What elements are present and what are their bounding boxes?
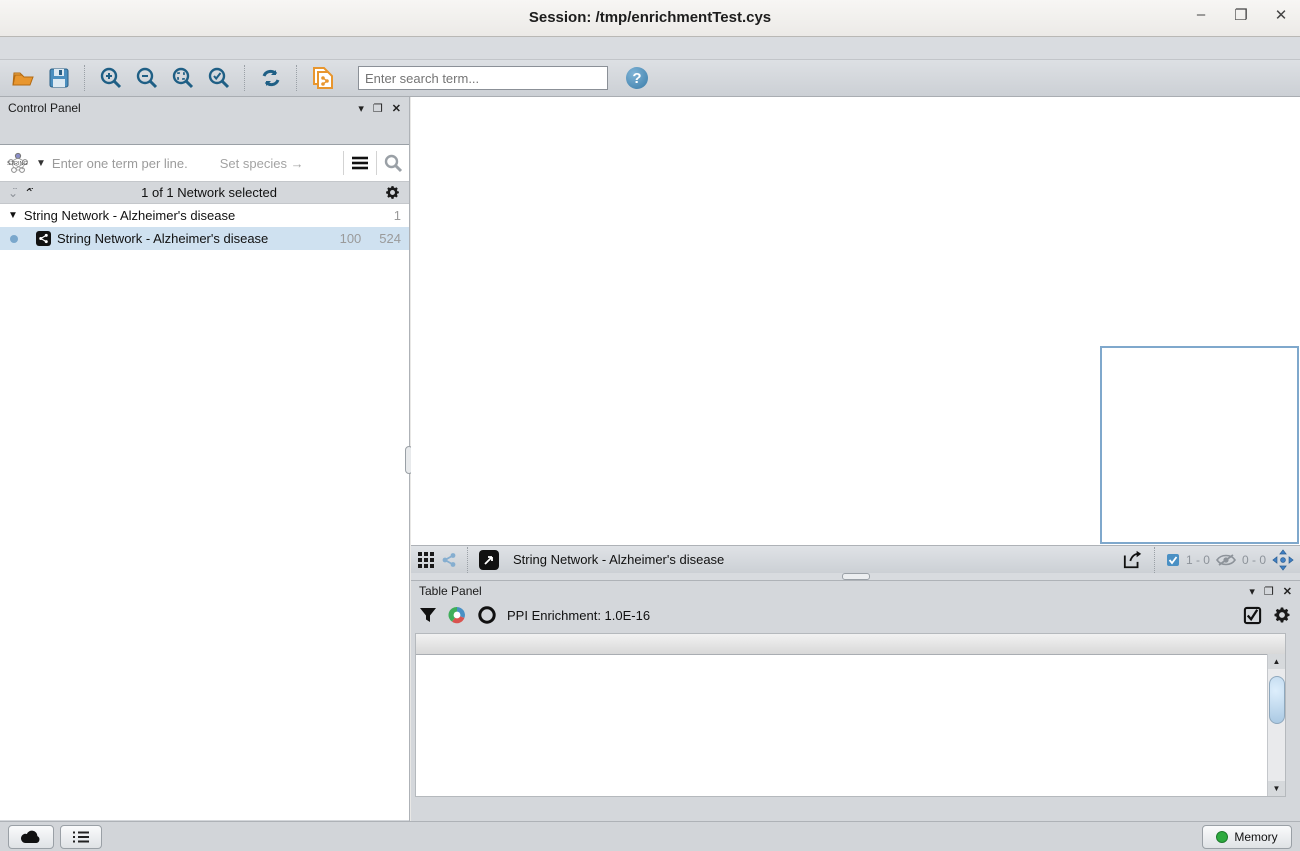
table-panel-float-icon[interactable]: ❐ [1264, 585, 1274, 598]
maximize-button[interactable]: ❐ [1232, 6, 1250, 24]
selected-nodes-checkbox-icon[interactable] [1166, 553, 1180, 567]
cloud-tasks-button[interactable] [8, 825, 54, 849]
main-toolbar: ? [0, 60, 1300, 97]
table-panel-close-icon[interactable]: ✕ [1283, 585, 1292, 598]
save-session-button[interactable] [44, 64, 74, 92]
network-name: String Network - Alzheimer's disease [57, 231, 268, 246]
search-input[interactable] [358, 66, 608, 90]
memory-status-icon [1216, 831, 1228, 843]
zoom-in-icon [99, 66, 123, 90]
string-network-badge-icon [36, 231, 51, 246]
open-session-button[interactable] [8, 64, 38, 92]
ppi-enrichment-label: PPI Enrichment: 1.0E-16 [507, 608, 650, 623]
panel-close-icon[interactable]: ✕ [392, 102, 401, 115]
pan-navigator-icon[interactable] [1272, 549, 1294, 571]
scroll-thumb[interactable] [1269, 676, 1285, 724]
network-tree: ▼ String Network - Alzheimer's disease 1… [0, 203, 409, 820]
memory-button[interactable]: Memory [1202, 825, 1292, 849]
control-panel-tabs [0, 119, 409, 144]
filter-icon[interactable] [419, 606, 437, 624]
save-disk-icon [48, 67, 70, 89]
open-folder-icon [11, 68, 35, 88]
network-selection-bar: ⌄̈ ⌃̈ 1 of 1 Network selected [0, 182, 409, 203]
network-edge-count: 524 [379, 231, 401, 246]
hidden-eye-icon[interactable] [1216, 553, 1236, 567]
minimize-button[interactable]: – [1192, 6, 1210, 24]
zoom-fit-icon [171, 66, 195, 90]
share-view-icon[interactable] [441, 552, 457, 568]
list-icon [72, 830, 90, 844]
network-view-title: String Network - Alzheimer's disease [513, 552, 1116, 567]
status-bar: Memory [0, 821, 1300, 851]
grid-view-icon[interactable] [417, 551, 435, 569]
task-history-button[interactable] [60, 825, 102, 849]
table-panel: Table Panel ▾ ❐ ✕ PPI Enrichment: 1.0E-1… [411, 580, 1300, 821]
network-minimap[interactable] [1100, 346, 1299, 544]
horizontal-splitter[interactable] [411, 573, 1300, 580]
zoom-selected-icon [207, 66, 231, 90]
refresh-icon [259, 66, 283, 90]
collection-count: 1 [394, 208, 401, 223]
help-icon[interactable]: ? [626, 67, 648, 89]
control-panel: Control Panel ▾ ❐ ✕ STRING ▼ Enter one t… [0, 97, 410, 821]
zoom-in-button[interactable] [96, 64, 126, 92]
export-network-icon[interactable] [1122, 550, 1144, 570]
table-settings-gear-icon[interactable] [1272, 605, 1292, 625]
scroll-down-icon[interactable]: ▼ [1268, 781, 1285, 796]
table-panel-menu-icon[interactable]: ▾ [1249, 585, 1255, 598]
import-network-button[interactable] [308, 64, 338, 92]
string-logo-icon[interactable]: STRING [6, 152, 30, 174]
control-panel-title: Control Panel [8, 101, 81, 115]
memory-label: Memory [1234, 830, 1277, 844]
network-options-gear-icon[interactable] [384, 184, 401, 201]
species-hint[interactable]: Set species → [220, 156, 337, 171]
close-button[interactable]: ✕ [1272, 6, 1290, 24]
expand-all-icon[interactable]: ⌃̈ [24, 186, 34, 200]
scroll-up-icon[interactable]: ▲ [1268, 654, 1285, 669]
zoom-fit-button[interactable] [168, 64, 198, 92]
selection-count-label: 1 of 1 Network selected [34, 185, 384, 200]
table-panel-title: Table Panel [419, 584, 482, 598]
detach-view-icon[interactable] [479, 550, 499, 570]
enrichment-chart-icon[interactable] [447, 605, 467, 625]
refresh-button[interactable] [256, 64, 286, 92]
network-node-count: 100 [340, 231, 362, 246]
network-row[interactable]: String Network - Alzheimer's disease 100… [0, 227, 409, 250]
collection-name: String Network - Alzheimer's disease [24, 208, 235, 223]
cytoscape-window: Session: /tmp/enrichmentTest.cys – ❐ ✕ [0, 0, 1300, 850]
current-network-dot-icon [10, 235, 18, 243]
network-file-icon [310, 65, 336, 91]
panel-menu-icon[interactable]: ▾ [358, 102, 364, 115]
menu-bar [0, 37, 1300, 60]
title-bar: Session: /tmp/enrichmentTest.cys – ❐ ✕ [0, 0, 1300, 37]
string-query-placeholder[interactable]: Enter one term per line. [52, 156, 188, 171]
network-view-toolbar: String Network - Alzheimer's disease 1 -… [411, 545, 1300, 573]
selected-counter: 1 - 0 [1186, 553, 1210, 567]
select-columns-icon[interactable] [1243, 606, 1262, 625]
table-scrollbar[interactable]: ▲ ▼ [1267, 654, 1285, 796]
collection-expand-icon[interactable]: ▼ [8, 210, 18, 221]
svg-text:STRING: STRING [7, 161, 28, 167]
window-title: Session: /tmp/enrichmentTest.cys [0, 9, 1300, 26]
ring-chart-icon[interactable] [477, 605, 497, 625]
enrichment-table: ▲ ▼ [415, 633, 1286, 797]
string-dropdown-caret[interactable]: ▼ [36, 158, 46, 169]
string-query-bar: STRING ▼ Enter one term per line. Set sp… [0, 144, 409, 182]
string-search-icon[interactable] [383, 153, 403, 173]
network-collection-row[interactable]: ▼ String Network - Alzheimer's disease 1 [0, 204, 409, 227]
collapse-all-icon[interactable]: ⌄̈ [8, 186, 18, 200]
panel-float-icon[interactable]: ❐ [373, 102, 383, 115]
enrichment-table-header[interactable] [416, 634, 1285, 655]
query-options-icon[interactable] [350, 154, 370, 172]
hidden-counter: 0 - 0 [1242, 553, 1266, 567]
cloud-icon [20, 830, 42, 844]
network-canvas[interactable] [411, 97, 1300, 546]
zoom-selected-button[interactable] [204, 64, 234, 92]
zoom-out-icon [135, 66, 159, 90]
zoom-out-button[interactable] [132, 64, 162, 92]
